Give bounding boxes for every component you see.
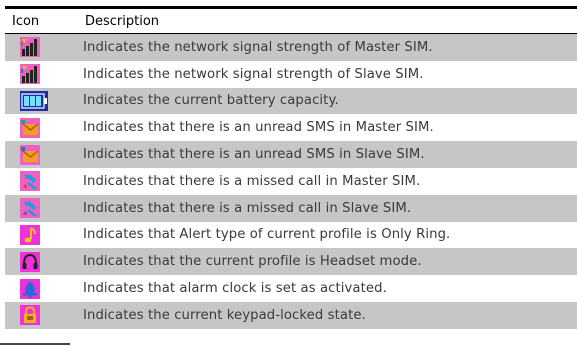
battery-icon [20, 90, 48, 111]
table-row: Indicates that there is a missed call in… [5, 167, 577, 195]
keypad-lock-icon [20, 305, 40, 326]
table-bottom-rule [0, 343, 70, 345]
table-header: Icon Description [5, 9, 577, 34]
missed-call-slave-icon [20, 198, 40, 219]
row-description: Indicates that the current profile is He… [83, 254, 422, 270]
missed-call-master-icon [20, 171, 40, 192]
table-row: Indicates that there is a missed call in… [5, 194, 577, 222]
row-description: Indicates that there is an unread SMS in… [83, 120, 434, 136]
table-row: Indicates the current keypad-locked stat… [5, 301, 577, 329]
ring-only-icon [20, 224, 40, 245]
row-description: Indicates the network signal strength of… [83, 66, 424, 82]
table-body: Indicates the network signal strength of… [5, 34, 577, 329]
header-description-label: Description [85, 13, 160, 29]
table-row: Indicates the network signal strength of… [5, 60, 577, 88]
row-description: Indicates that Alert type of current pro… [83, 227, 451, 243]
table-row: Indicates that Alert type of current pro… [5, 221, 577, 249]
signal-master-icon [20, 37, 40, 58]
row-description: Indicates the current keypad-locked stat… [83, 307, 366, 323]
table-row: Indicates that alarm clock is set as act… [5, 275, 577, 302]
row-description: Indicates the network signal strength of… [83, 39, 433, 55]
table-row: Indicates the current battery capacity. [5, 87, 577, 115]
row-description: Indicates that there is a missed call in… [83, 173, 421, 189]
table-row: Indicates that there is an unread SMS in… [5, 141, 577, 168]
sms-master-icon [20, 117, 40, 138]
row-description: Indicates that there is a missed call in… [83, 200, 412, 216]
row-description: Indicates the current battery capacity. [83, 93, 339, 109]
headset-icon [20, 251, 40, 272]
signal-slave-icon [20, 64, 40, 85]
table-row: Indicates that the current profile is He… [5, 248, 577, 276]
icon-description-table: Icon Description Indicates the network s… [5, 6, 577, 329]
sms-slave-icon [20, 144, 40, 165]
alarm-icon [20, 278, 40, 299]
row-description: Indicates that there is an unread SMS in… [83, 147, 425, 163]
row-description: Indicates that alarm clock is set as act… [83, 281, 387, 297]
table-row: Indicates that there is an unread SMS in… [5, 114, 577, 142]
header-icon-label: Icon [12, 13, 40, 29]
table-row: Indicates the network signal strength of… [5, 34, 577, 61]
